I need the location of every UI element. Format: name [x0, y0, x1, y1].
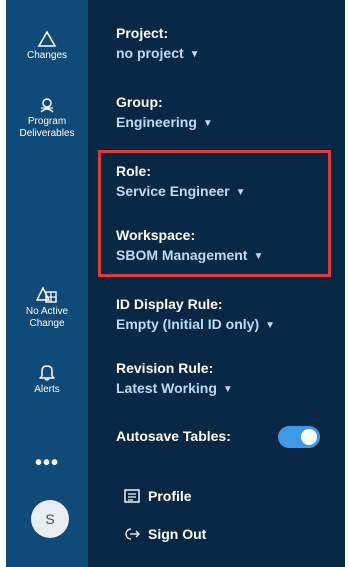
role-dropdown[interactable]: Service Engineer ▼	[116, 182, 246, 202]
workspace-value: SBOM Management	[116, 247, 248, 263]
role-field: Role: Service Engineer ▼	[116, 162, 246, 202]
left-nav-rail: Changes Program Deliverables No Active C…	[6, 0, 88, 567]
autosave-tables-label: Autosave Tables:	[116, 428, 231, 444]
role-label: Role:	[116, 163, 151, 179]
nav-no-active-change[interactable]: No Active Change	[6, 286, 88, 330]
workspace-field: Workspace: SBOM Management ▼	[116, 226, 263, 266]
nav-alerts-label: Alerts	[34, 384, 60, 395]
nav-deliverables-label: Deliverables	[19, 128, 75, 139]
revision-rule-field: Revision Rule: Latest Working ▼	[116, 359, 233, 399]
triangle-icon	[37, 30, 57, 47]
revision-rule-dropdown[interactable]: Latest Working ▼	[116, 379, 233, 399]
nav-no-active-label: No Active	[25, 306, 69, 317]
group-field: Group: Engineering ▼	[116, 93, 213, 133]
workspace-dropdown[interactable]: SBOM Management ▼	[116, 246, 263, 266]
toggle-knob	[301, 429, 317, 445]
project-dropdown[interactable]: no project ▼	[116, 44, 200, 64]
id-display-rule-field: ID Display Rule: Empty (Initial ID only)…	[116, 295, 275, 335]
project-field: Project: no project ▼	[116, 24, 200, 64]
nav-program-label: Program	[27, 116, 67, 127]
autosave-tables-toggle[interactable]	[278, 426, 320, 448]
sign-out-link[interactable]: Sign Out	[124, 526, 206, 542]
group-label: Group:	[116, 94, 163, 110]
deliverables-icon	[40, 98, 54, 113]
user-settings-panel: Project: no project ▼ Group: Engineering ▼…	[88, 0, 345, 567]
id-display-rule-dropdown[interactable]: Empty (Initial ID only) ▼	[116, 315, 275, 335]
sign-out-icon	[125, 528, 140, 540]
profile-label: Profile	[148, 488, 192, 504]
project-label: Project:	[116, 25, 169, 41]
chevron-down-icon: ▼	[253, 251, 264, 262]
more-options-icon[interactable]: •••	[6, 453, 88, 473]
chevron-down-icon: ▼	[222, 384, 233, 395]
id-display-rule-label: ID Display Rule:	[116, 296, 223, 312]
profile-link[interactable]: Profile	[124, 488, 192, 504]
nav-change-label: Change	[29, 318, 65, 329]
revision-rule-value: Latest Working	[116, 380, 217, 396]
id-display-rule-value: Empty (Initial ID only)	[116, 316, 260, 332]
nav-alerts[interactable]: Alerts	[6, 362, 88, 396]
chevron-down-icon: ▼	[202, 118, 213, 129]
chevron-down-icon: ▼	[235, 187, 246, 198]
nav-program-deliverables[interactable]: Program Deliverables	[6, 96, 88, 140]
group-value: Engineering	[116, 114, 197, 130]
nav-changes-label: Changes	[26, 50, 68, 61]
project-value: no project	[116, 45, 184, 61]
role-value: Service Engineer	[116, 183, 230, 199]
bell-icon	[39, 365, 55, 381]
active-change-icon	[36, 286, 57, 303]
group-dropdown[interactable]: Engineering ▼	[116, 113, 213, 133]
nav-changes[interactable]: Changes	[6, 30, 88, 62]
sign-out-label: Sign Out	[148, 526, 207, 542]
avatar[interactable]: S	[31, 500, 69, 538]
chevron-down-icon: ▼	[265, 320, 276, 331]
revision-rule-label: Revision Rule:	[116, 360, 214, 376]
chevron-down-icon: ▼	[189, 49, 200, 60]
workspace-label: Workspace:	[116, 227, 196, 243]
profile-card-icon	[124, 489, 140, 503]
